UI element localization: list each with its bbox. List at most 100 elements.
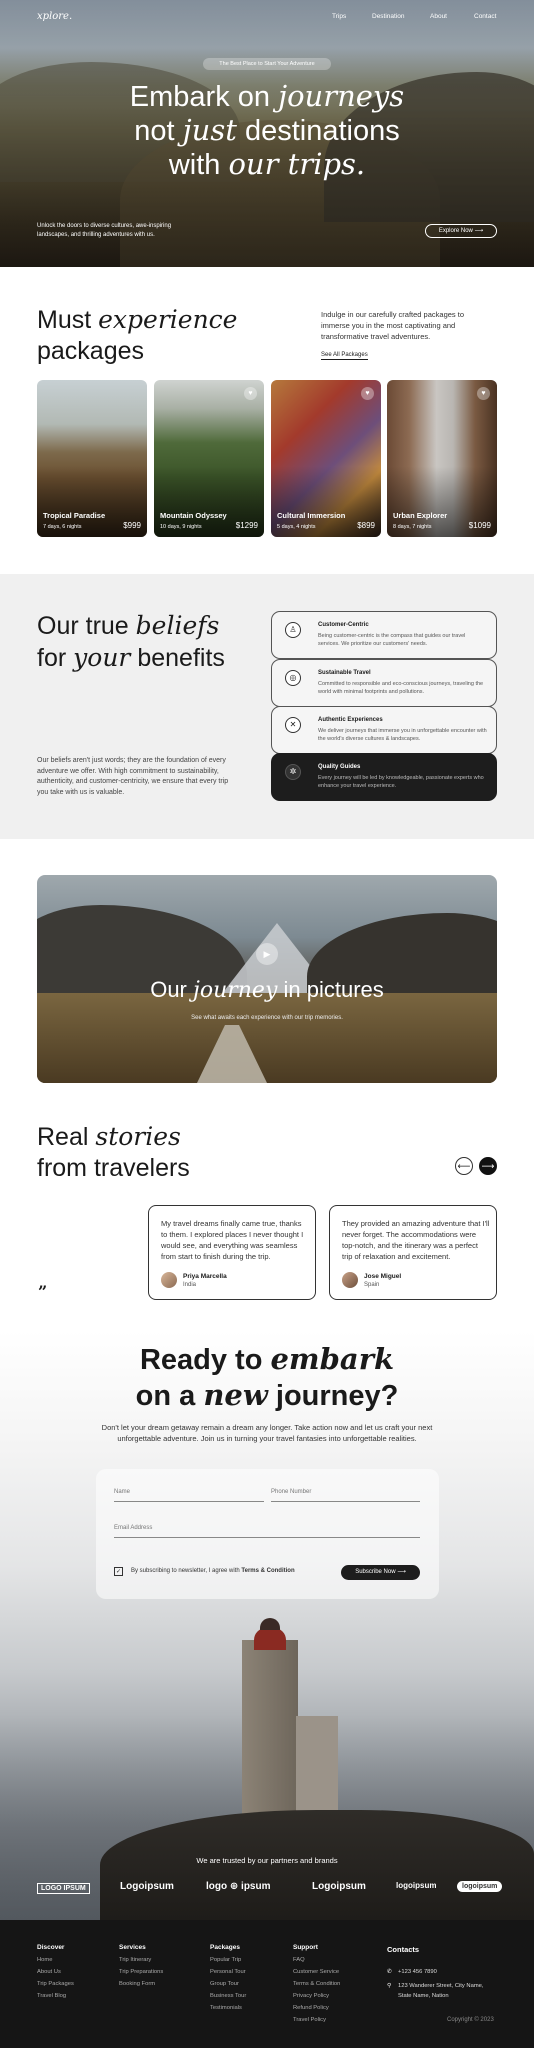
footer-link[interactable]: Home xyxy=(37,1957,52,1963)
footer-heading: Discover xyxy=(37,1944,65,1951)
packages-description: Indulge in our carefully crafted package… xyxy=(321,310,465,341)
hero-title: Embark on journeys not just destinations… xyxy=(67,80,467,182)
hero-title-part: with xyxy=(168,149,221,181)
subscribe-button[interactable]: Subscribe Now ⟶ xyxy=(341,1565,420,1580)
footer-heading: Services xyxy=(119,1944,146,1951)
belief-title: Sustainable Travel xyxy=(318,670,371,676)
partner-logo: LOGO IPSUM xyxy=(37,1883,90,1894)
avatar xyxy=(161,1272,177,1288)
testimonial-card: They provided an amazing adventure that … xyxy=(329,1205,497,1300)
footer-link[interactable]: Travel Policy xyxy=(293,2017,326,2023)
compass-icon: ✕ xyxy=(285,717,301,733)
bg-shape xyxy=(37,993,497,1083)
name-field[interactable]: Name xyxy=(114,1489,264,1502)
title-part: Ready to xyxy=(139,1344,263,1376)
packages-title: Must experience packages xyxy=(37,304,237,367)
title-italic: journey xyxy=(193,978,278,1003)
footer-link[interactable]: Booking Form xyxy=(119,1981,155,1987)
title-part: Real xyxy=(37,1123,89,1151)
brand-logo[interactable]: xplore. xyxy=(37,11,72,22)
see-all-packages-link[interactable]: See All Packages xyxy=(321,352,368,360)
package-duration: 5 days, 4 nights xyxy=(277,524,316,530)
testimonial-author: Jose Miguel xyxy=(364,1273,402,1280)
footer-link[interactable]: Personal Tour xyxy=(210,1969,246,1975)
email-field[interactable]: Email Address xyxy=(114,1525,420,1538)
consent-checkbox[interactable]: ✓ xyxy=(114,1567,123,1576)
nav-link-contact[interactable]: Contact xyxy=(474,13,496,20)
footer-link[interactable]: Business Tour xyxy=(210,1993,246,1999)
belief-text: Every journey will be led by knowledgeab… xyxy=(318,775,484,789)
globe-icon: ◎ xyxy=(285,670,301,686)
beliefs-description: Our beliefs aren't just words; they are … xyxy=(37,757,229,796)
cta-title: Ready to embark on a new journey? xyxy=(0,1342,534,1414)
phone-icon: ✆ xyxy=(387,1969,392,1975)
footer-link[interactable]: Privacy Policy xyxy=(293,1993,329,1999)
star-icon: ✲ xyxy=(285,764,301,780)
lighthouse-lantern xyxy=(254,1628,286,1650)
package-price: $1099 xyxy=(468,521,491,530)
belief-title: Authentic Experiences xyxy=(318,717,383,723)
hero-title-part: destinations xyxy=(244,115,400,147)
hero-pill: The Best Place to Start Your Adventure xyxy=(203,58,331,70)
consent-label: By subscribing to newsletter, I agree wi… xyxy=(131,1568,295,1574)
belief-card[interactable]: ♙ Customer-Centric Being customer-centri… xyxy=(271,611,497,659)
nav-link-about[interactable]: About xyxy=(430,13,447,20)
belief-text: We deliver journeys that immerse you in … xyxy=(318,728,487,742)
copyright: Copyright © 2023 xyxy=(447,2017,494,2023)
belief-title: Customer-Centric xyxy=(318,622,369,628)
footer-link[interactable]: Terms & Condition xyxy=(293,1981,340,1987)
title-part: Our true xyxy=(37,612,129,640)
partner-logo: Logoipsum xyxy=(312,1881,366,1892)
footer-address-line: State Name, Nation xyxy=(398,1993,449,1999)
belief-card-active[interactable]: ✲ Quality Guides Every journey will be l… xyxy=(271,753,497,801)
footer-link[interactable]: Testimonials xyxy=(210,2005,242,2011)
avatar xyxy=(342,1272,358,1288)
partner-logo: logoipsum xyxy=(396,1881,437,1890)
belief-text: Committed to responsible and eco-conscio… xyxy=(318,681,484,695)
next-arrow-button[interactable]: ⟶ xyxy=(479,1157,497,1175)
footer-link[interactable]: Group Tour xyxy=(210,1981,239,1987)
footer-link[interactable]: FAQ xyxy=(293,1957,305,1963)
belief-card[interactable]: ✕ Authentic Experiences We deliver journ… xyxy=(271,706,497,754)
footer-link[interactable]: About Us xyxy=(37,1969,61,1975)
package-price: $999 xyxy=(123,521,141,530)
nav-link-trips[interactable]: Trips xyxy=(332,13,346,20)
footer-link[interactable]: Popular Trip xyxy=(210,1957,241,1963)
title-part: journey? xyxy=(275,1380,399,1412)
hero-title-italic: our trips. xyxy=(228,147,366,181)
journey-video[interactable]: ▶ Our journey in pictures See what await… xyxy=(37,875,497,1083)
title-part: Must xyxy=(37,306,92,334)
footer-link[interactable]: Customer Service xyxy=(293,1969,339,1975)
package-card[interactable]: ♥ Mountain Odyssey 10 days, 9 nights $12… xyxy=(154,380,264,537)
footer-link[interactable]: Trip Preparations xyxy=(119,1969,163,1975)
footer-link[interactable]: Trip Packages xyxy=(37,1981,74,1987)
footer-link[interactable]: Travel Blog xyxy=(37,1993,66,1999)
terms-link[interactable]: Terms & Condition xyxy=(241,1568,294,1574)
partner-logo: logo ⊕ ipsum xyxy=(206,1881,271,1892)
footer-link[interactable]: Trip Itinerary xyxy=(119,1957,151,1963)
phone-field[interactable]: Phone Number xyxy=(271,1489,420,1502)
footer-address-line: 123 Wanderer Street, City Name, xyxy=(398,1983,484,1989)
footer-phone[interactable]: +123 456 7890 xyxy=(398,1969,437,1975)
package-card[interactable]: ♥ Cultural Immersion 5 days, 4 nights $8… xyxy=(271,380,381,537)
package-price: $899 xyxy=(357,521,375,530)
beliefs-title: Our true beliefs for your benefits xyxy=(37,610,225,674)
belief-card[interactable]: ◎ Sustainable Travel Committed to respon… xyxy=(271,659,497,707)
title-part: packages xyxy=(37,337,145,365)
user-icon: ♙ xyxy=(285,622,301,638)
rocks-image xyxy=(100,1810,534,1920)
testimonial-text: They provided an amazing adventure that … xyxy=(342,1219,490,1261)
nav-link-destination[interactable]: Destination xyxy=(372,13,405,20)
explore-now-button[interactable]: Explore Now ⟶ xyxy=(425,224,497,238)
footer-link[interactable]: Refund Policy xyxy=(293,2005,329,2011)
consent-text: By subscribing to newsletter, I agree wi… xyxy=(131,1568,242,1574)
play-icon[interactable]: ▶ xyxy=(256,943,278,965)
title-italic: your xyxy=(73,643,131,672)
trusted-label: We are trusted by our partners and brand… xyxy=(196,1856,338,1865)
title-part: for xyxy=(37,644,67,672)
package-card[interactable]: Tropical Paradise 7 days, 6 nights $999 xyxy=(37,380,147,537)
prev-arrow-button[interactable]: ⟵ xyxy=(455,1157,473,1175)
package-card[interactable]: ♥ Urban Explorer 8 days, 7 nights $1099 xyxy=(387,380,497,537)
package-duration: 7 days, 6 nights xyxy=(43,524,82,530)
title-part: on a xyxy=(135,1380,196,1412)
